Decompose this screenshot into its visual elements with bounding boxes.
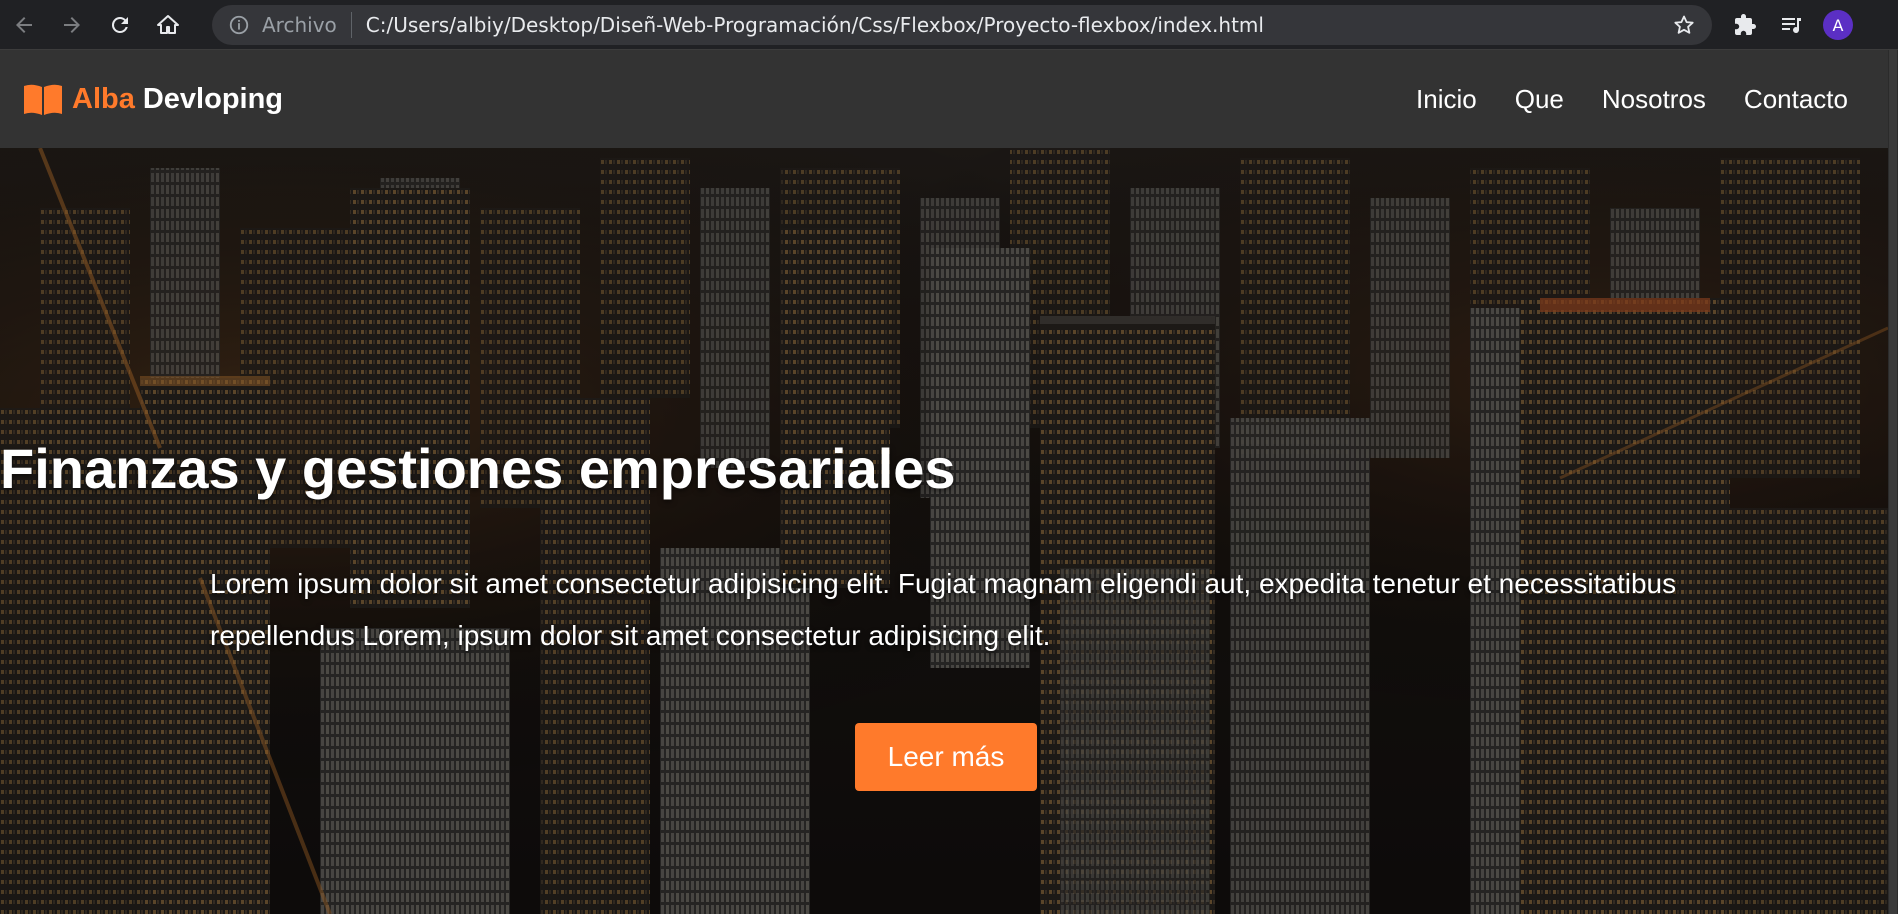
home-icon <box>157 14 179 34</box>
site-header: Alba Devloping Inicio Que Nosotros Contac… <box>0 50 1888 148</box>
book-icon <box>24 84 62 115</box>
scrollbar-thumb[interactable] <box>1889 50 1897 914</box>
read-more-button[interactable]: Leer más <box>855 723 1037 791</box>
puzzle-icon[interactable] <box>1725 5 1765 45</box>
nav-link-contacto[interactable]: Contacto <box>1744 84 1848 115</box>
hero-dark-overlay <box>0 148 1888 914</box>
logo-main-text: Devloping <box>142 82 284 115</box>
address-scheme-label: Archivo <box>262 11 352 38</box>
profile-avatar[interactable]: A <box>1823 10 1853 40</box>
hero-description: Lorem ipsum dolor sit amet consectetur a… <box>210 568 1677 651</box>
logo-text: Alba Devloping <box>72 83 283 116</box>
forward-button[interactable] <box>48 0 96 50</box>
arrow-right-icon <box>64 16 80 33</box>
main-nav: Inicio Que Nosotros Contacto <box>1416 84 1848 115</box>
page-scrollbar[interactable] <box>1888 50 1898 914</box>
info-icon[interactable] <box>228 14 250 36</box>
back-button[interactable] <box>0 0 48 50</box>
home-button[interactable] <box>144 0 192 50</box>
arrow-left-icon <box>16 16 32 33</box>
hero-title: Finanzas y gestiones empresariales <box>0 437 956 500</box>
reload-icon <box>111 16 128 33</box>
reload-button[interactable] <box>96 0 144 50</box>
nav-link-que[interactable]: Que <box>1515 84 1564 115</box>
url-text[interactable]: C:/Users/albiy/Desktop/Diseñ-Web-Program… <box>366 13 1672 37</box>
hero-section: Finanzas y gestiones empresariales Lorem… <box>0 148 1888 914</box>
nav-link-nosotros[interactable]: Nosotros <box>1602 84 1706 115</box>
star-icon[interactable] <box>1672 13 1696 37</box>
logo[interactable]: Alba Devloping <box>22 82 283 116</box>
logo-accent-text: Alba <box>72 82 135 115</box>
playlist-icon[interactable] <box>1771 5 1811 45</box>
nav-link-inicio[interactable]: Inicio <box>1416 84 1477 115</box>
browser-toolbar: Archivo C:/Users/albiy/Desktop/Diseñ-Web… <box>0 0 1898 50</box>
address-bar[interactable]: Archivo C:/Users/albiy/Desktop/Diseñ-Web… <box>212 4 1712 45</box>
toolbar-actions: A <box>1713 0 1898 50</box>
